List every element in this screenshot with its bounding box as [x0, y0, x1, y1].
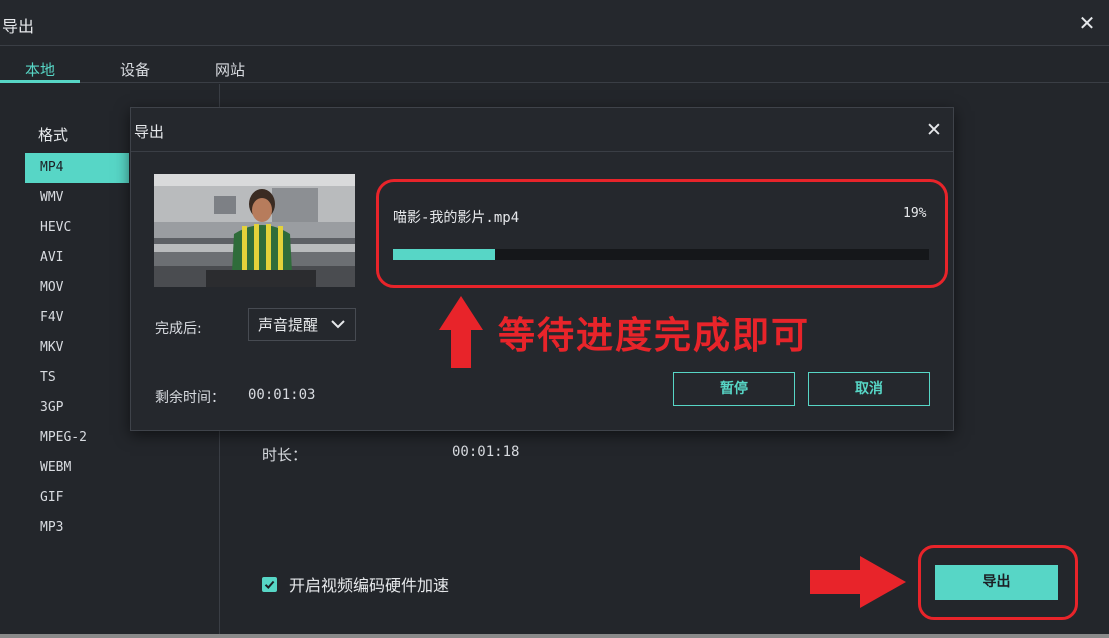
- cancel-button[interactable]: 取消: [808, 372, 930, 406]
- up-arrow-icon: [439, 296, 483, 368]
- format-item-hevc[interactable]: HEVC: [25, 213, 129, 243]
- after-completion-label: 完成后:: [155, 321, 202, 337]
- hw-accel-checkbox[interactable]: [262, 576, 277, 592]
- export-file-name: 喵影-我的影片.mp4: [393, 210, 520, 226]
- format-item-mp3[interactable]: MP3: [25, 513, 129, 543]
- progress-percent: 19%: [903, 206, 927, 221]
- tab-local[interactable]: 本地: [25, 59, 55, 80]
- dialog-title-bar: 导出 ✕: [131, 108, 953, 152]
- format-item-gif[interactable]: GIF: [25, 483, 129, 513]
- format-item-f4v[interactable]: F4V: [25, 303, 129, 333]
- tab-website[interactable]: 网站: [215, 59, 245, 80]
- after-completion-select[interactable]: 声音提醒: [248, 308, 356, 341]
- right-arrow-icon: [810, 556, 906, 608]
- format-heading: 格式: [38, 126, 69, 144]
- hw-accel-option: 开启视频编码硬件加速: [262, 572, 449, 596]
- close-icon[interactable]: ✕: [923, 119, 945, 141]
- video-thumbnail: [154, 174, 355, 287]
- format-item-wmv[interactable]: WMV: [25, 183, 129, 213]
- tab-device[interactable]: 设备: [120, 59, 150, 80]
- duration-value: 00:01:18: [452, 444, 520, 460]
- hw-accel-label: 开启视频编码硬件加速: [289, 576, 450, 595]
- progress-bar: [393, 249, 929, 260]
- export-button[interactable]: 导出: [935, 565, 1058, 600]
- title-bar: 导出 ✕: [0, 0, 1109, 46]
- duration-label: 时长：: [262, 446, 308, 464]
- active-tab-indicator: [0, 80, 80, 83]
- progress-bar-fill: [393, 249, 495, 260]
- remaining-time-label: 剩余时间：: [155, 390, 225, 406]
- format-item-mov[interactable]: MOV: [25, 273, 129, 303]
- window-title: 导出: [2, 17, 35, 36]
- thumbnail-image: [154, 174, 355, 287]
- format-item-avi[interactable]: AVI: [25, 243, 129, 273]
- export-window: 导出 ✕ 本地 设备 网站 格式 MP4 WMV HEVC AVI MOV F4…: [0, 0, 1109, 638]
- format-item-webm[interactable]: WEBM: [25, 453, 129, 483]
- format-item-mp4[interactable]: MP4: [25, 153, 129, 183]
- check-icon: [264, 580, 275, 589]
- close-icon[interactable]: ✕: [1076, 12, 1098, 34]
- progress-highlight-ring: [376, 179, 948, 288]
- annotation-text: 等待进度完成即可: [498, 314, 810, 357]
- after-completion-value: 声音提醒: [258, 316, 319, 334]
- format-item-mkv[interactable]: MKV: [25, 333, 129, 363]
- format-item-3gp[interactable]: 3GP: [25, 393, 129, 423]
- dialog-title: 导出: [134, 123, 165, 141]
- pause-button[interactable]: 暂停: [673, 372, 795, 406]
- format-item-mpeg2[interactable]: MPEG-2: [25, 423, 129, 453]
- remaining-time-value: 00:01:03: [248, 387, 316, 403]
- tab-bar: 本地 设备 网站: [0, 47, 1109, 83]
- chevron-down-icon: [331, 320, 345, 329]
- background-strip-bottom: [0, 634, 1109, 638]
- format-list: MP4 WMV HEVC AVI MOV F4V MKV TS 3GP MPEG…: [25, 153, 129, 543]
- export-progress-dialog: 导出 ✕ 喵影-我的影片.mp4 19% 等待进度完成即可 完成后: 声音提醒 …: [130, 107, 954, 431]
- format-item-ts[interactable]: TS: [25, 363, 129, 393]
